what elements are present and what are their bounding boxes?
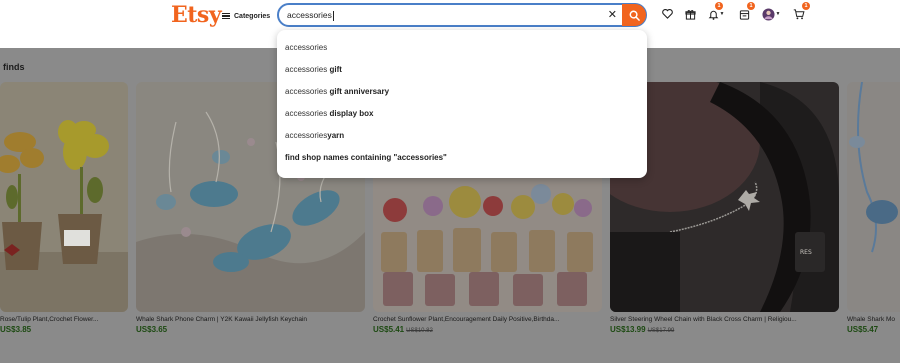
notifications-button[interactable]: ▼ 1: [706, 2, 726, 21]
notification-badge: 1: [715, 2, 723, 10]
store-icon: [739, 9, 749, 20]
listing-title[interactable]: Whale Shark Mo: [847, 316, 900, 323]
gift-icon[interactable]: [683, 7, 697, 21]
listing-price: US$5.47: [847, 325, 879, 334]
etsy-logo[interactable]: Etsy: [171, 2, 222, 28]
listing-title[interactable]: Crochet Sunflower Plant,Encouragement Da…: [373, 316, 602, 323]
bell-icon: [708, 10, 718, 20]
search-icon: [629, 10, 640, 21]
cart-badge: 1: [802, 2, 810, 10]
suggestion-item[interactable]: accessories gift: [277, 59, 647, 81]
listing-price: US$3.65: [136, 325, 168, 334]
svg-text:RES: RES: [800, 249, 812, 256]
listing-image: [0, 82, 128, 312]
listing-title[interactable]: Whale Shark Phone Charm | Y2K Kawaii Jel…: [136, 316, 365, 323]
heart-icon[interactable]: [660, 7, 674, 21]
avatar: [761, 7, 775, 21]
shop-manager-button[interactable]: 1: [737, 2, 755, 21]
listing-title[interactable]: Rose/Tulip Plant,Crochet Flower...: [0, 316, 128, 323]
search-input[interactable]: accessories: [287, 10, 334, 21]
account-menu[interactable]: ▼: [760, 7, 782, 21]
categories-label: Categories: [234, 12, 271, 20]
shop-name-search-item[interactable]: find shop names containing "accessories": [277, 147, 647, 169]
listing-title[interactable]: Silver Steering Wheel Chain with Black C…: [610, 316, 839, 323]
listing-price: US$5.41 US$10.82: [373, 325, 433, 334]
suggestion-item[interactable]: accessories gift anniversary: [277, 81, 647, 103]
search-bar[interactable]: accessories ✕: [277, 3, 647, 27]
search-suggestions: accessories accessories gift accessories…: [277, 30, 647, 178]
menu-icon: [222, 12, 230, 20]
categories-button[interactable]: Categories: [222, 9, 270, 23]
listing-price: US$3.85: [0, 325, 32, 334]
listing-price: US$13.99 US$17.99: [610, 325, 675, 334]
cart-icon: [793, 8, 805, 19]
listing-image: [847, 82, 900, 312]
shop-badge: 1: [747, 2, 755, 10]
section-title: finds: [3, 62, 25, 72]
suggestion-item[interactable]: accessoriesyarn: [277, 125, 647, 147]
chevron-down-icon: ▼: [775, 11, 781, 17]
search-button[interactable]: [622, 4, 646, 26]
chevron-down-icon: ▼: [719, 11, 725, 17]
suggestion-item[interactable]: accessories: [277, 37, 647, 59]
close-icon[interactable]: ✕: [608, 9, 617, 21]
cart-button[interactable]: 1: [792, 2, 810, 21]
suggestion-item[interactable]: accessories display box: [277, 103, 647, 125]
